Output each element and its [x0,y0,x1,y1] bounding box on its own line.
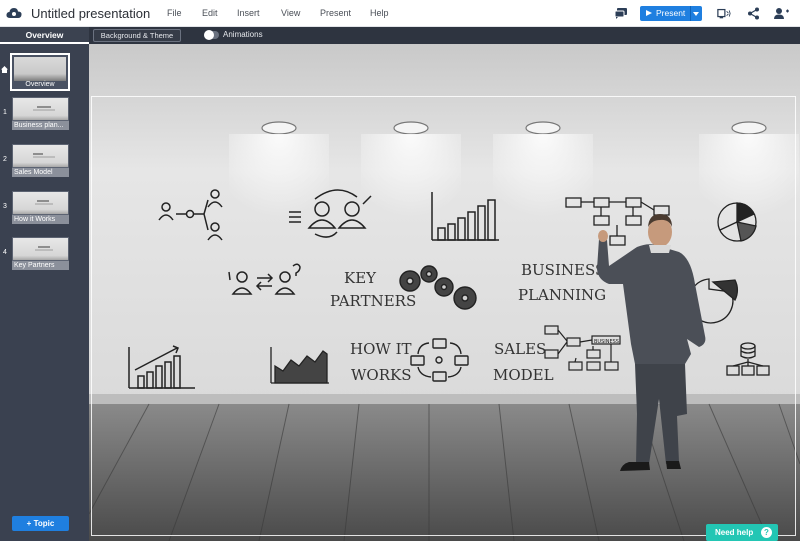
editor-toolbar: Overview Background & Theme Animations [0,27,800,44]
add-topic-button[interactable]: + Topic [12,516,69,531]
slides-sidebar: Overview 1 Business plan... 2 Sales Mode… [0,44,89,541]
present-button[interactable]: Present [640,6,702,21]
slide-thumbnail [12,144,69,168]
chevron-down-icon[interactable] [693,12,699,16]
background-theme-button[interactable]: Background & Theme [93,29,181,42]
menu-present[interactable]: Present [320,8,351,18]
slide-label: Business plan... [12,121,69,130]
top-menu-bar: Untitled presentation File Edit Insert V… [0,0,800,27]
help-icon: ? [761,527,772,538]
overview-thumbnail[interactable]: Overview [10,53,70,91]
slide-thumbnail [12,191,69,215]
menu-edit[interactable]: Edit [202,8,218,18]
animations-label: Animations [223,30,263,39]
slide-thumbnail [12,237,69,261]
menu-insert[interactable]: Insert [237,8,260,18]
slide-item[interactable]: 1 Business plan... [0,97,89,137]
slide-label: How it Works [12,215,69,224]
comment-icon[interactable] [614,7,628,20]
menu-view[interactable]: View [281,8,300,18]
home-icon[interactable] [1,66,8,73]
slide-thumbnail [12,97,69,121]
tab-overview[interactable]: Overview [0,27,89,44]
user-icon[interactable] [773,7,791,20]
need-help-button[interactable]: Need help ? [706,524,778,541]
share-icon[interactable] [747,7,761,20]
slide-canvas[interactable]: KEY PARTNERS BUSINESS PLANNING HOW IT WO… [89,44,800,541]
slide-label: Key Partners [12,261,69,270]
present-label: Present [656,8,686,18]
slide-frame [91,96,796,536]
slide-label: Sales Model [12,168,69,177]
presentation-title[interactable]: Untitled presentation [31,6,150,21]
menu-file[interactable]: File [167,8,182,18]
play-icon [646,10,652,16]
menu-help[interactable]: Help [370,8,389,18]
presenter-icon[interactable] [717,7,731,20]
animations-toggle[interactable] [204,30,219,40]
slide-item[interactable]: 3 How it Works [0,191,89,231]
slide-item[interactable]: 4 Key Partners [0,237,89,277]
slide-item[interactable]: 2 Sales Model [0,144,89,184]
overview-label: Overview [25,81,55,88]
cloud-logo-icon[interactable] [6,7,22,19]
